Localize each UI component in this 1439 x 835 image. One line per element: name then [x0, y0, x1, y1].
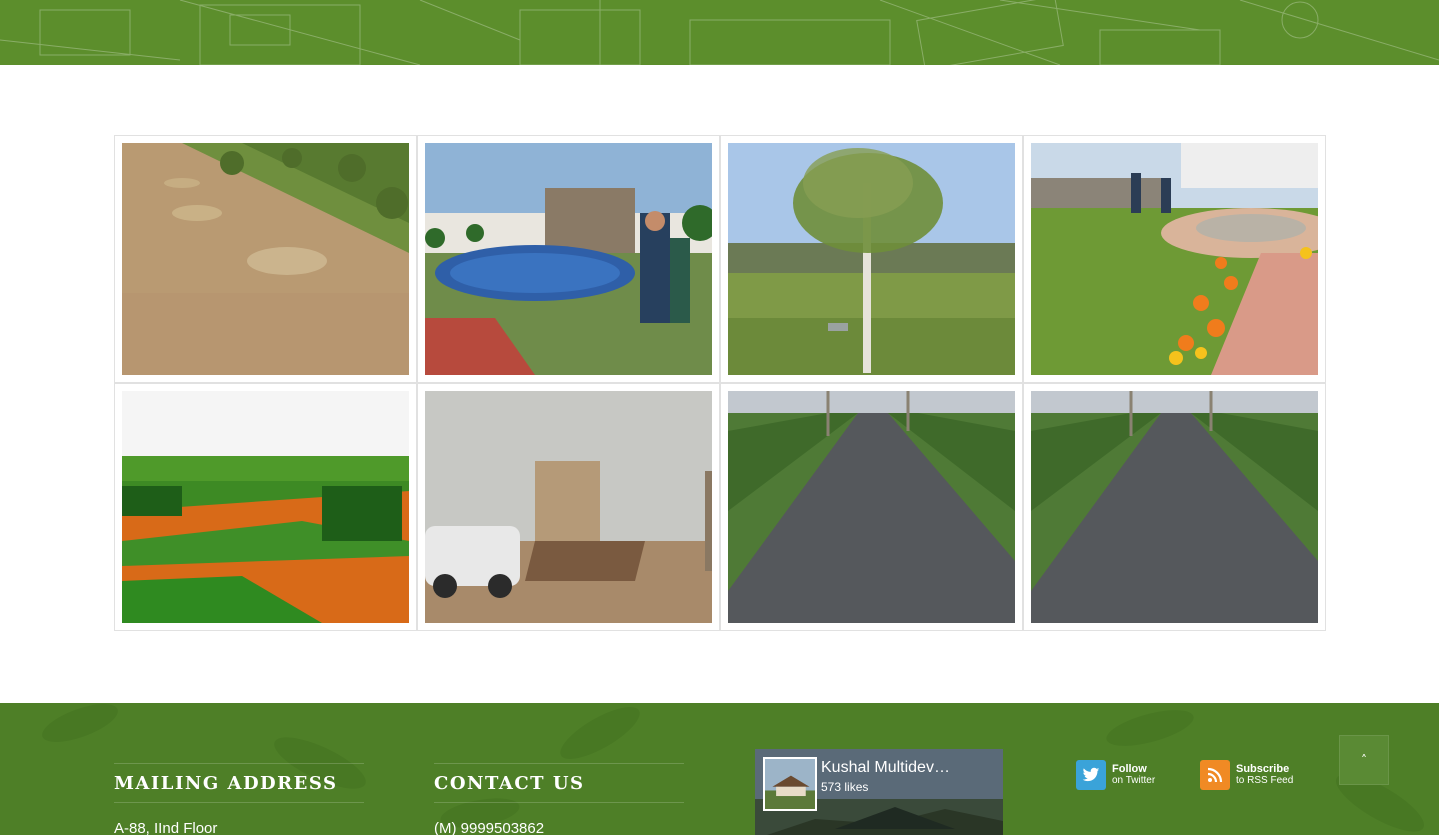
facebook-page-widget[interactable]: Kushal Multidev… 573 likes — [755, 749, 1003, 835]
site-footer: MAILING ADDRESS A-88, IInd Floor CONTACT… — [0, 703, 1439, 835]
divider — [114, 763, 364, 764]
gallery-cell[interactable] — [114, 383, 417, 631]
gallery-image-pool[interactable] — [425, 143, 712, 375]
twitter-follow-sublabel: on Twitter — [1112, 775, 1156, 786]
contact-us-title: CONTACT US — [434, 773, 585, 794]
blueprint-pattern — [0, 0, 1439, 65]
gallery-image-nursery-field[interactable] — [122, 391, 409, 623]
mailing-address-title: MAILING ADDRESS — [114, 773, 338, 794]
gallery-cell[interactable] — [417, 383, 720, 631]
gallery-image-road-2[interactable] — [1031, 391, 1318, 623]
chevron-up-icon: ˄ — [1361, 753, 1367, 767]
rss-subscribe-link[interactable]: Subscribe to RSS Feed — [1200, 760, 1293, 790]
gallery-cell[interactable] — [1023, 135, 1326, 383]
twitter-follow-label: Follow — [1112, 763, 1147, 775]
facebook-page-avatar[interactable] — [763, 757, 817, 811]
gallery-image-garden-fountain[interactable] — [1031, 143, 1318, 375]
facebook-page-name[interactable]: Kushal Multidev… — [821, 759, 981, 777]
divider — [434, 802, 684, 803]
divider — [434, 763, 684, 764]
header-banner — [0, 0, 1439, 65]
twitter-follow-link[interactable]: Follow on Twitter — [1076, 760, 1155, 790]
gallery-image-car-wall[interactable] — [425, 391, 712, 623]
facebook-likes-count: 573 likes — [821, 780, 869, 794]
gallery-cell[interactable] — [720, 383, 1023, 631]
gallery-cell[interactable] — [1023, 383, 1326, 631]
gallery-cell[interactable] — [720, 135, 1023, 383]
rss-subscribe-label: Subscribe — [1236, 763, 1290, 775]
twitter-icon[interactable] — [1076, 760, 1106, 790]
photo-gallery — [114, 135, 1326, 631]
scroll-to-top-button[interactable]: ˄ — [1339, 735, 1389, 785]
gallery-image-tree-lawn[interactable] — [728, 143, 1015, 375]
divider — [114, 802, 364, 803]
mailing-address-line: A-88, IInd Floor — [114, 820, 218, 835]
gallery-image-road-1[interactable] — [728, 391, 1015, 623]
gallery-cell[interactable] — [417, 135, 720, 383]
gallery-image-dry-slope[interactable] — [122, 143, 409, 375]
rss-icon[interactable] — [1200, 760, 1230, 790]
gallery-cell[interactable] — [114, 135, 417, 383]
contact-phone: (M) 9999503862 — [434, 820, 545, 835]
rss-subscribe-sublabel: to RSS Feed — [1236, 775, 1294, 786]
